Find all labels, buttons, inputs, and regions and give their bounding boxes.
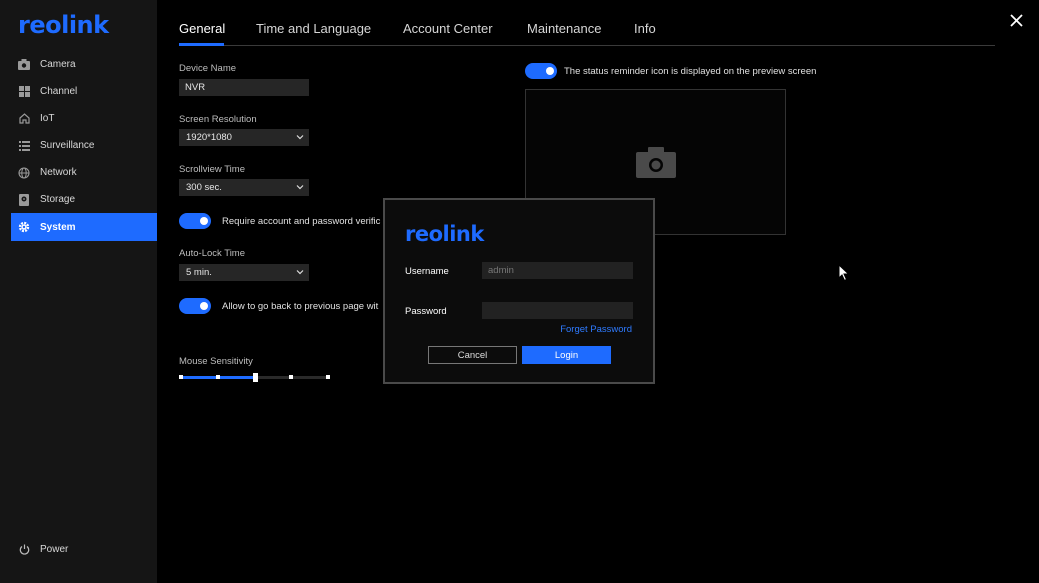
storage-icon	[18, 193, 30, 206]
status-reminder-text: The status reminder icon is displayed on…	[564, 66, 817, 77]
slider-tick	[179, 375, 183, 379]
screen-resolution-select[interactable]: 1920*1080	[179, 129, 309, 146]
list-icon	[18, 140, 30, 152]
device-name-label: Device Name	[179, 63, 237, 74]
go-back-toggle[interactable]	[179, 298, 211, 314]
sidebar: reolink Camera Channel IoT Surveillance …	[0, 0, 157, 583]
tab-general[interactable]: General	[179, 21, 225, 36]
slider-tick	[216, 375, 220, 379]
gear-icon	[18, 221, 30, 233]
sidebar-item-camera[interactable]: Camera	[11, 51, 157, 78]
password-input[interactable]	[482, 302, 633, 319]
scrollview-time-select[interactable]: 300 sec.	[179, 179, 309, 196]
sidebar-item-label: Channel	[40, 86, 78, 97]
scrollview-time-label: Scrollview Time	[179, 164, 245, 175]
settings-tabs: General Time and Language Account Center…	[179, 20, 995, 46]
status-reminder-toggle[interactable]	[525, 63, 557, 79]
mouse-sensitivity-label: Mouse Sensitivity	[179, 356, 253, 367]
slider-tick	[289, 375, 293, 379]
tab-maintenance[interactable]: Maintenance	[527, 21, 601, 36]
sidebar-item-system[interactable]: System	[11, 213, 157, 241]
power-label: Power	[40, 543, 69, 555]
require-account-toggle[interactable]	[179, 213, 211, 229]
cancel-button[interactable]: Cancel	[428, 346, 517, 364]
camera-icon	[636, 147, 676, 178]
tab-time-and-language[interactable]: Time and Language	[256, 21, 371, 36]
slider-tick	[326, 375, 330, 379]
sidebar-item-iot[interactable]: IoT	[11, 105, 157, 132]
sidebar-item-label: System	[40, 221, 76, 233]
screen-resolution-value: 1920*1080	[186, 132, 232, 143]
close-icon[interactable]	[1008, 12, 1026, 30]
sidebar-item-label: IoT	[40, 113, 55, 124]
username-input[interactable]: admin	[482, 262, 633, 279]
camera-icon	[18, 59, 30, 71]
sidebar-item-label: Storage	[40, 194, 76, 205]
home-icon	[18, 113, 30, 125]
chevron-down-icon	[296, 185, 304, 190]
scrollview-time-value: 300 sec.	[186, 182, 222, 193]
password-label: Password	[405, 306, 447, 317]
tab-account-center[interactable]: Account Center	[403, 21, 493, 36]
grid-icon	[18, 86, 30, 98]
power-button[interactable]: Power	[11, 537, 68, 561]
sidebar-item-network[interactable]: Network	[11, 159, 157, 186]
sidebar-item-label: Surveillance	[40, 140, 95, 151]
sidebar-item-storage[interactable]: Storage	[11, 186, 157, 213]
reolink-logo: reolink	[18, 11, 109, 39]
sidebar-item-label: Network	[40, 167, 77, 178]
chevron-down-icon	[296, 270, 304, 275]
require-account-text: Require account and password verific	[222, 216, 381, 227]
reolink-logo: reolink	[405, 222, 484, 246]
login-button[interactable]: Login	[522, 346, 611, 364]
go-back-text: Allow to go back to previous page wit	[222, 301, 379, 312]
auto-lock-time-label: Auto-Lock Time	[179, 248, 245, 259]
mouse-sensitivity-slider[interactable]	[179, 373, 330, 382]
username-placeholder: admin	[488, 265, 514, 276]
auto-lock-time-value: 5 min.	[186, 267, 212, 278]
mouse-cursor-icon	[838, 264, 850, 282]
sidebar-item-channel[interactable]: Channel	[11, 78, 157, 105]
power-icon	[18, 543, 30, 555]
auto-lock-time-select[interactable]: 5 min.	[179, 264, 309, 281]
globe-icon	[18, 166, 30, 179]
device-name-input[interactable]: NVR	[179, 79, 309, 96]
screen-resolution-label: Screen Resolution	[179, 114, 257, 125]
sidebar-item-label: Camera	[40, 59, 76, 70]
tab-info[interactable]: Info	[634, 21, 656, 36]
username-label: Username	[405, 266, 449, 277]
slider-thumb[interactable]	[253, 373, 258, 382]
chevron-down-icon	[296, 135, 304, 140]
active-tab-indicator	[179, 43, 224, 46]
sidebar-item-surveillance[interactable]: Surveillance	[11, 132, 157, 159]
login-dialog: reolink Username admin Password Forget P…	[383, 198, 655, 384]
forget-password-link[interactable]: Forget Password	[560, 324, 632, 335]
